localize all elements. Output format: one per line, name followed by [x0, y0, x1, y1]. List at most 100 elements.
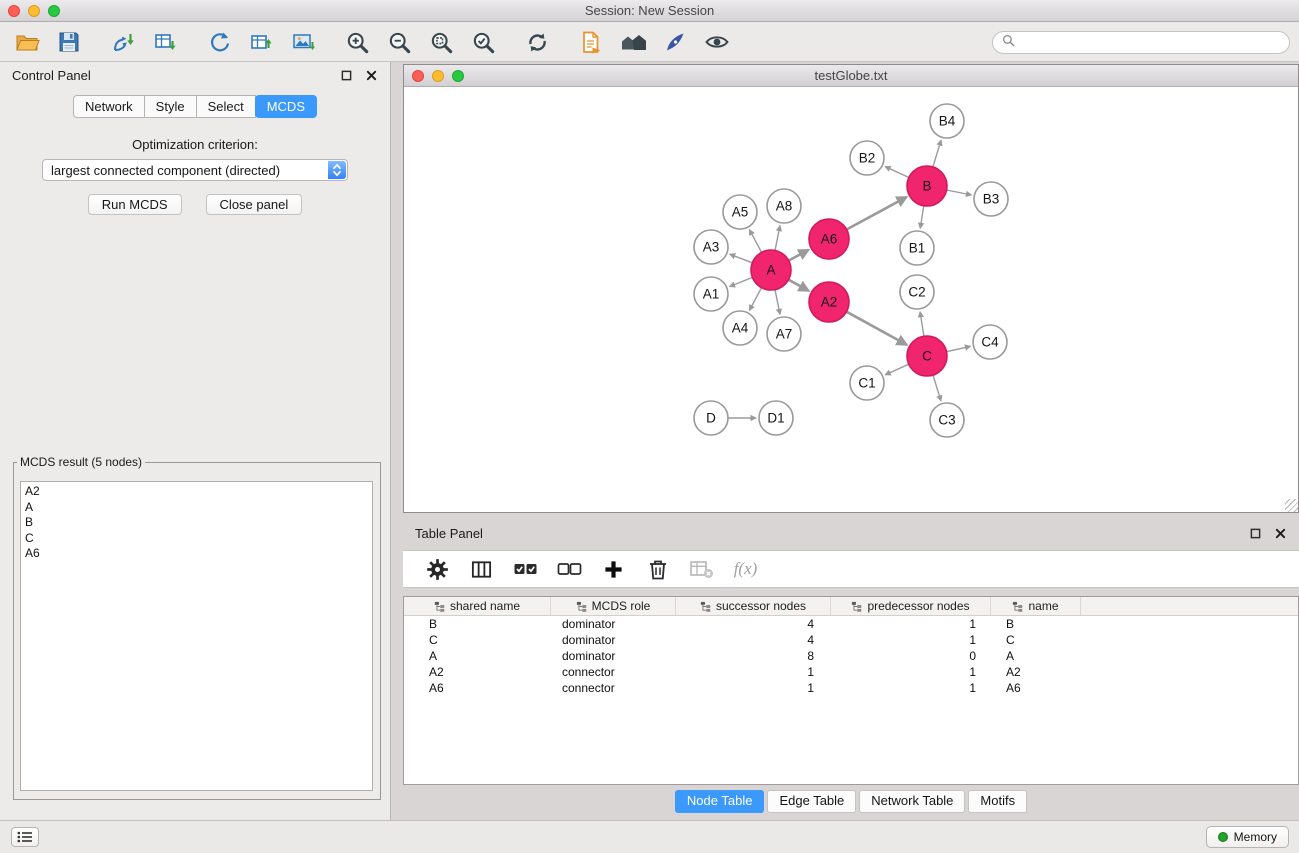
graph-node-C[interactable]: C [907, 336, 947, 376]
style-brush-icon[interactable] [660, 27, 690, 57]
column-header-successor-nodes[interactable]: successor nodes [676, 597, 831, 615]
home-icon[interactable] [618, 27, 648, 57]
show-hide-icon[interactable] [702, 27, 732, 57]
graph-edge-B-B4[interactable] [933, 140, 941, 167]
float-table-panel-icon[interactable] [1249, 527, 1262, 540]
column-header-predecessor-nodes[interactable]: predecessor nodes [831, 597, 991, 615]
graph-edge-B-B1[interactable] [920, 206, 924, 229]
column-header-shared-name[interactable]: shared name [404, 597, 551, 615]
graph-node-A6[interactable]: A6 [809, 219, 849, 259]
cell-mcds-role[interactable]: connector [551, 680, 676, 696]
graph-node-D1[interactable]: D1 [759, 401, 793, 435]
criterion-select[interactable]: largest connected component (directed) [42, 159, 348, 181]
graph-edge-C-C4[interactable] [947, 346, 971, 351]
graph-edge-A-A5[interactable] [749, 230, 761, 253]
cell-successor-nodes[interactable]: 8 [676, 648, 831, 664]
graph-edge-C-C1[interactable] [885, 364, 909, 375]
cell-shared-name[interactable]: A2 [404, 664, 551, 680]
graph-node-C2[interactable]: C2 [900, 275, 934, 309]
tab-network[interactable]: Network [73, 95, 145, 118]
select-all-icon[interactable] [512, 556, 539, 583]
mcds-result-item[interactable]: C [25, 531, 368, 547]
memory-button[interactable]: Memory [1206, 826, 1289, 848]
table-row[interactable]: Adominator80A [404, 648, 1298, 664]
column-header-name[interactable]: name [991, 597, 1081, 615]
export-image-icon[interactable] [288, 27, 318, 57]
cell-predecessor-nodes[interactable]: 1 [831, 664, 991, 680]
mcds-result-item[interactable]: A2 [25, 484, 368, 500]
table-row[interactable]: Bdominator41B [404, 616, 1298, 632]
delete-row-icon[interactable] [644, 556, 671, 583]
graph-node-B2[interactable]: B2 [850, 141, 884, 175]
tab-style[interactable]: Style [144, 95, 197, 118]
graph-node-A2[interactable]: A2 [809, 282, 849, 322]
cell-successor-nodes[interactable]: 1 [676, 664, 831, 680]
cell-shared-name[interactable]: A6 [404, 680, 551, 696]
graph-node-B[interactable]: B [907, 166, 947, 206]
graph-node-B3[interactable]: B3 [974, 182, 1008, 216]
cell-predecessor-nodes[interactable]: 1 [831, 680, 991, 696]
add-row-icon[interactable] [600, 556, 627, 583]
float-panel-icon[interactable] [340, 69, 353, 82]
graph-edge-A-A1[interactable] [730, 277, 753, 286]
graph-edge-A2-C[interactable] [847, 312, 907, 345]
graph-node-A1[interactable]: A1 [694, 277, 728, 311]
tab-edge-table[interactable]: Edge Table [767, 790, 856, 813]
open-document-icon[interactable] [576, 27, 606, 57]
cell-name[interactable]: A [991, 648, 1081, 664]
cell-successor-nodes[interactable]: 4 [676, 616, 831, 632]
graph-edge-A-A7[interactable] [775, 290, 780, 315]
graph-node-A8[interactable]: A8 [767, 189, 801, 223]
table-row[interactable]: A2connector11A2 [404, 664, 1298, 680]
cell-mcds-role[interactable]: dominator [551, 632, 676, 648]
cell-name[interactable]: A2 [991, 664, 1081, 680]
graph-edge-C-C3[interactable] [933, 375, 941, 401]
export-table-icon[interactable] [246, 27, 276, 57]
import-table-icon[interactable] [150, 27, 180, 57]
zoom-out-icon[interactable] [384, 27, 414, 57]
graph-node-B1[interactable]: B1 [900, 231, 934, 265]
cell-name[interactable]: C [991, 632, 1081, 648]
cell-predecessor-nodes[interactable]: 0 [831, 648, 991, 664]
column-selector-icon[interactable] [468, 556, 495, 583]
tab-motifs[interactable]: Motifs [968, 790, 1027, 813]
graph-node-A3[interactable]: A3 [694, 230, 728, 264]
close-table-panel-icon[interactable] [1274, 527, 1287, 540]
graph-node-A[interactable]: A [751, 250, 791, 290]
cell-predecessor-nodes[interactable]: 1 [831, 616, 991, 632]
close-panel-icon[interactable] [365, 69, 378, 82]
network-canvas[interactable]: B4B2BB3A8A5A6A3B1AC2A1A2A4A7C4CC1C3DD1 [404, 87, 1298, 512]
graph-edge-A6-B[interactable] [847, 197, 907, 230]
graph-edge-C-C2[interactable] [920, 312, 924, 336]
gear-icon[interactable] [424, 556, 451, 583]
mcds-result-item[interactable]: A [25, 500, 368, 516]
graph-node-A5[interactable]: A5 [723, 195, 757, 229]
resize-grip-icon[interactable] [1285, 499, 1298, 512]
task-history-button[interactable] [11, 827, 39, 847]
graph-node-B4[interactable]: B4 [930, 104, 964, 138]
graph-edge-A-A4[interactable] [749, 288, 761, 311]
close-panel-button[interactable]: Close panel [206, 194, 303, 215]
cell-mcds-role[interactable]: dominator [551, 616, 676, 632]
graph-edge-A-A3[interactable] [730, 254, 753, 263]
graph-node-A4[interactable]: A4 [723, 311, 757, 345]
function-builder-icon[interactable]: f(x) [732, 556, 759, 583]
graph-node-C3[interactable]: C3 [930, 403, 964, 437]
cell-name[interactable]: A6 [991, 680, 1081, 696]
import-network-icon[interactable] [108, 27, 138, 57]
cell-successor-nodes[interactable]: 1 [676, 680, 831, 696]
tab-node-table[interactable]: Node Table [675, 790, 765, 813]
graph-edge-A-A8[interactable] [775, 226, 780, 251]
zoom-in-icon[interactable] [342, 27, 372, 57]
cell-shared-name[interactable]: A [404, 648, 551, 664]
graph-node-C1[interactable]: C1 [850, 366, 884, 400]
cell-predecessor-nodes[interactable]: 1 [831, 632, 991, 648]
cell-name[interactable]: B [991, 616, 1081, 632]
cell-shared-name[interactable]: B [404, 616, 551, 632]
delete-table-icon[interactable] [688, 556, 715, 583]
run-mcds-button[interactable]: Run MCDS [88, 194, 182, 215]
tab-mcds[interactable]: MCDS [255, 95, 317, 118]
column-header-mcds-role[interactable]: MCDS role [551, 597, 676, 615]
save-session-icon[interactable] [54, 27, 84, 57]
mcds-result-item[interactable]: A6 [25, 546, 368, 562]
